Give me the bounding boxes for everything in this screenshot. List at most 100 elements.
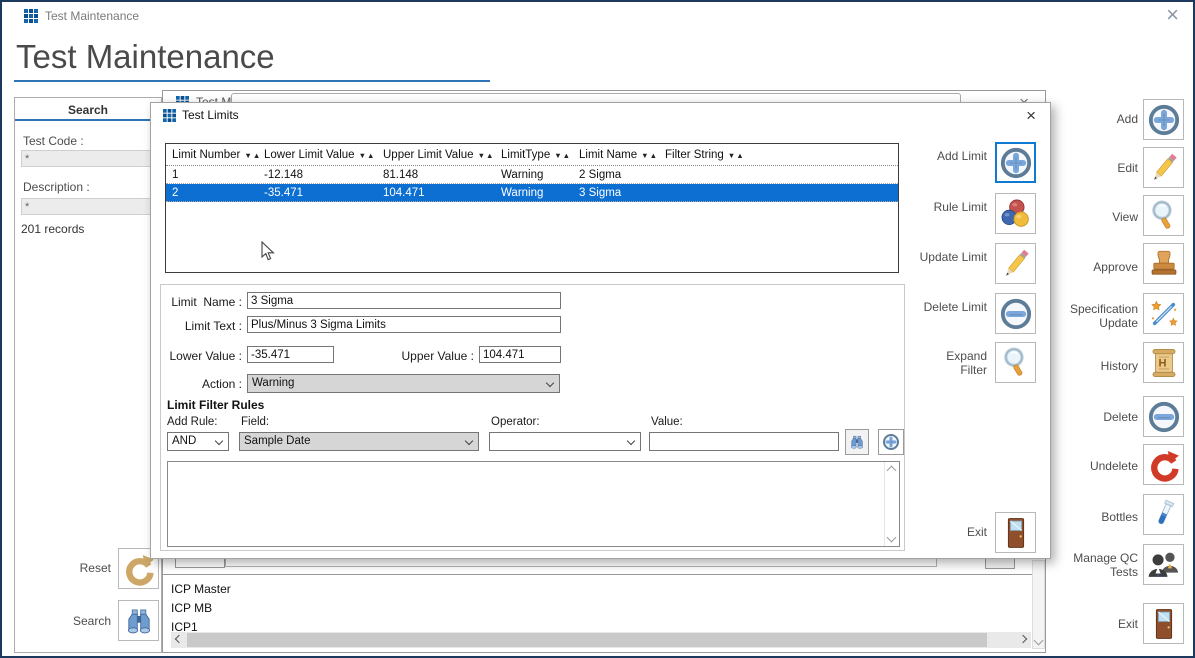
operator-label: Operator: (491, 416, 540, 428)
rule-limit-button[interactable] (995, 193, 1036, 234)
add-rule-select[interactable]: AND (167, 432, 229, 451)
close-icon[interactable]: × (1166, 4, 1179, 26)
description-input[interactable] (21, 198, 154, 215)
table-row-selected[interactable]: 2 -35.471 104.471 Warning 3 Sigma (166, 184, 898, 202)
column-header[interactable]: Lower Limit Value▼▲ (262, 144, 381, 165)
add-rule-button[interactable] (878, 429, 904, 455)
delete-button[interactable] (1143, 396, 1184, 437)
sort-icons[interactable]: ▼▲ (244, 151, 261, 160)
value-label: Value: (651, 416, 683, 428)
app-grid-icon (24, 9, 38, 23)
specification-update-button[interactable] (1143, 293, 1184, 334)
add-circle-icon (1147, 103, 1181, 137)
exit-button[interactable] (1143, 603, 1184, 644)
approve-button[interactable] (1143, 243, 1184, 284)
table-header: Limit Number▼▲ Lower Limit Value▼▲ Upper… (166, 144, 898, 166)
expand-filter-button[interactable] (995, 342, 1036, 383)
add-limit-button[interactable] (995, 142, 1036, 183)
horizontal-scrollbar[interactable] (171, 632, 1031, 648)
list-item[interactable]: ICP MB (171, 599, 1031, 618)
manage-qc-tests-button[interactable] (1143, 544, 1184, 585)
close-icon[interactable]: × (1026, 107, 1036, 124)
scroll-down-icon[interactable] (1034, 636, 1044, 646)
view-button[interactable] (1143, 195, 1184, 236)
binoculars-icon (122, 604, 156, 638)
dialog-exit-button[interactable] (995, 512, 1036, 553)
limit-name-label: Limit Name : (161, 295, 242, 309)
search-button[interactable] (118, 600, 159, 641)
scrollbar-thumb[interactable] (187, 633, 987, 647)
minus-circle-icon (1147, 400, 1181, 434)
search-tab-underline (15, 119, 161, 121)
records-count: 201 records (21, 222, 84, 236)
door-icon (1147, 607, 1181, 641)
scroll-down-icon[interactable] (887, 533, 897, 543)
operator-select[interactable] (489, 432, 641, 451)
exit-label: Exit (1060, 617, 1138, 631)
search-label: Search (73, 614, 111, 628)
people-icon (1147, 548, 1181, 582)
add-button[interactable] (1143, 99, 1184, 140)
add-label: Add (1060, 112, 1138, 126)
delete-limit-button[interactable] (995, 293, 1036, 334)
sort-icons[interactable]: ▼▲ (359, 151, 376, 160)
column-header[interactable]: Upper Limit Value▼▲ (381, 144, 499, 165)
sort-icons[interactable]: ▼▲ (478, 151, 495, 160)
description-label: Description : (23, 180, 90, 194)
test-code-input[interactable] (21, 150, 154, 167)
sort-icons[interactable]: ▼▲ (641, 151, 658, 160)
bottles-button[interactable] (1143, 494, 1184, 535)
delete-limit-label: Delete Limit (917, 300, 987, 314)
dialog-exit-label: Exit (917, 525, 987, 539)
history-button[interactable]: H (1143, 342, 1184, 383)
chevron-down-icon (546, 379, 554, 387)
column-header[interactable]: Limit Number▼▲ (166, 144, 262, 165)
undelete-button[interactable] (1143, 444, 1184, 485)
update-limit-button[interactable] (995, 243, 1036, 284)
scroll-up-icon[interactable] (887, 466, 897, 476)
edit-label: Edit (1060, 161, 1138, 175)
filter-value-input[interactable] (649, 432, 839, 451)
filter-rules-title: Limit Filter Rules (167, 398, 264, 412)
mouse-cursor (261, 241, 275, 262)
scroll-icon: H (1147, 346, 1181, 380)
column-header[interactable]: Filter String▼▲ (663, 144, 898, 165)
scroll-left-icon[interactable] (175, 635, 183, 643)
limit-text-input[interactable] (247, 316, 561, 333)
rule-limit-label: Rule Limit (917, 200, 987, 214)
delete-label: Delete (1060, 410, 1138, 424)
column-header[interactable]: Limit Name▼▲ (577, 144, 663, 165)
colored-balls-icon (999, 197, 1033, 231)
reset-label: Reset (80, 561, 111, 575)
window-title: Test Maintenance (45, 9, 139, 23)
edit-button[interactable] (1143, 147, 1184, 188)
find-field-button[interactable] (845, 429, 869, 455)
chevron-down-icon (465, 437, 473, 445)
add-limit-label: Add Limit (917, 149, 987, 163)
search-tab[interactable]: Search (15, 103, 161, 117)
action-select[interactable]: Warning (247, 374, 560, 393)
limit-name-input[interactable] (247, 292, 561, 309)
action-label: Action : (161, 377, 242, 391)
view-label: View (1060, 210, 1138, 224)
approve-label: Approve (1060, 260, 1138, 274)
column-header[interactable]: LimitType▼▲ (499, 144, 577, 165)
stamp-icon (1147, 247, 1181, 281)
lower-value-input[interactable] (247, 346, 334, 363)
textarea-scrollbar[interactable] (884, 462, 899, 546)
table-row[interactable]: 1 -12.148 81.148 Warning 2 Sigma (166, 166, 898, 184)
sort-icons[interactable]: ▼▲ (728, 151, 745, 160)
history-label: History (1060, 359, 1138, 373)
sort-icons[interactable]: ▼▲ (554, 151, 571, 160)
upper-value-input[interactable] (479, 346, 561, 363)
list-divider (163, 574, 1045, 575)
scroll-right-icon[interactable] (1019, 635, 1027, 643)
chevron-down-icon (215, 437, 223, 445)
partial-control (225, 558, 937, 567)
field-select[interactable]: Sample Date (239, 432, 479, 451)
vertical-scrollbar[interactable] (1032, 560, 1045, 649)
list-item[interactable]: ICP Master (171, 580, 1031, 599)
svg-text:H: H (1158, 357, 1166, 369)
test-tube-icon (1147, 498, 1181, 532)
filter-rules-textarea[interactable] (167, 461, 900, 547)
